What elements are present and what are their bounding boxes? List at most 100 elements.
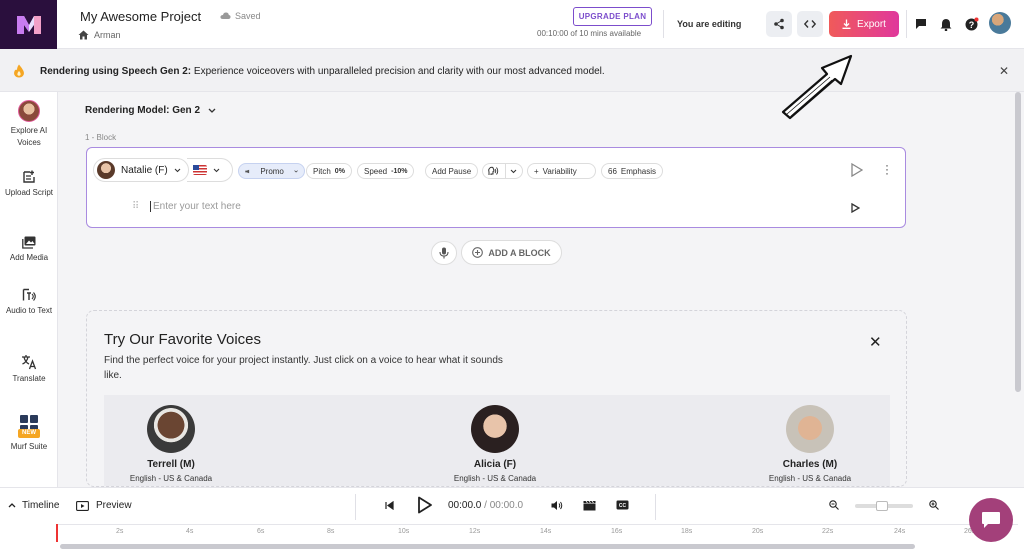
share-button[interactable]	[766, 11, 792, 37]
favorites-description: Find the perfect voice for your project …	[104, 355, 503, 381]
grid-icon: NEW	[18, 414, 40, 438]
close-favorites-button[interactable]: ✕	[869, 333, 882, 351]
style-selector[interactable]: Promo	[238, 163, 305, 179]
volume-icon[interactable]	[551, 500, 563, 511]
timeline-toggle[interactable]: Timeline	[8, 500, 59, 511]
vertical-scrollbar[interactable]	[1015, 92, 1021, 392]
divider	[906, 10, 907, 38]
ruler-tick: 20s	[752, 528, 764, 535]
sidebar-item-upload-script[interactable]: Upload Script	[0, 170, 58, 199]
ruler-tick: 12s	[469, 528, 481, 535]
translate-icon	[22, 355, 37, 370]
speech-icon	[488, 166, 499, 175]
fire-icon	[14, 64, 24, 78]
script-text-input[interactable]: Enter your text here	[150, 201, 241, 212]
voice-avatar	[786, 405, 834, 453]
add-pause-button[interactable]: Add Pause	[425, 163, 479, 179]
play-button[interactable]	[417, 496, 433, 514]
add-block-button[interactable]: ADD A BLOCK	[461, 240, 562, 265]
pitch-control[interactable]: Pitch 0%	[306, 163, 352, 179]
captions-icon[interactable]: CC	[616, 500, 629, 510]
play-line-button[interactable]	[851, 203, 860, 213]
favorite-voices-panel: Try Our Favorite Voices Find the perfect…	[86, 310, 907, 487]
sidebar-item-translate[interactable]: Translate	[0, 354, 58, 385]
chevron-down-icon	[208, 108, 216, 113]
svg-text:CC: CC	[619, 503, 627, 509]
svg-text:?: ?	[969, 20, 975, 30]
top-bar: My Awesome Project Saved Arman UPGRADE P…	[0, 0, 1024, 49]
clapperboard-icon[interactable]	[583, 500, 596, 511]
project-title[interactable]: My Awesome Project	[80, 9, 201, 24]
voice-card-charles[interactable]: Charles (M) English - US & Canada	[750, 405, 870, 483]
banner-close-button[interactable]: ✕	[999, 64, 1009, 78]
new-badge: NEW	[18, 429, 40, 438]
annotation-arrow-icon	[781, 54, 853, 120]
grid-cell	[30, 415, 38, 423]
voices-grid: Terrell (M) English - US & Canada Alicia…	[104, 395, 890, 486]
timeline-bar: Timeline Preview 00:00.0 / 00:00.0 CC 2s…	[0, 487, 1024, 550]
skip-back-button[interactable]	[385, 501, 394, 510]
notifications-button[interactable]	[938, 16, 954, 32]
speed-control[interactable]: Speed -10%	[357, 163, 415, 179]
sidebar-item-explore-voices[interactable]: Explore AI Voices	[0, 100, 58, 149]
horizontal-scrollbar[interactable]	[60, 544, 915, 549]
cloud-icon	[220, 12, 231, 19]
language-selector[interactable]	[187, 158, 233, 182]
help-icon: ?	[965, 17, 979, 31]
announcement-banner: Rendering using Speech Gen 2: Experience…	[0, 49, 1024, 92]
share-icon	[774, 18, 784, 30]
user-avatar[interactable]	[989, 12, 1011, 34]
playhead[interactable]	[56, 524, 58, 542]
logo-icon	[16, 15, 41, 34]
chat-bubble-icon	[916, 19, 926, 29]
zoom-in-icon[interactable]	[929, 500, 939, 510]
chevron-down-icon	[510, 169, 517, 173]
more-options-icon[interactable]: · · ·	[885, 159, 889, 179]
bell-icon	[940, 18, 952, 31]
chevron-up-icon	[8, 503, 16, 508]
block-label: 1 - Block	[85, 133, 117, 142]
zoom-out-icon[interactable]	[829, 500, 839, 510]
embed-button[interactable]	[797, 11, 823, 37]
drag-handle-icon[interactable]: ⠿	[132, 201, 139, 212]
pronunciation-button[interactable]	[482, 163, 523, 179]
sidebar: Explore AI Voices Upload Script Add Medi…	[0, 92, 58, 487]
voice-selector[interactable]: Natalie (F)	[93, 158, 189, 182]
feedback-button[interactable]	[913, 16, 929, 32]
saved-status: Saved	[220, 11, 261, 21]
help-button[interactable]: ?	[964, 16, 980, 32]
export-button[interactable]: Export	[829, 11, 899, 37]
play-block-button[interactable]	[851, 163, 863, 177]
support-chat-button[interactable]	[969, 498, 1013, 542]
emphasis-button[interactable]: 66 Emphasis	[601, 163, 664, 179]
voice-avatar	[471, 405, 519, 453]
plus-icon: +	[534, 166, 539, 176]
voice-card-alicia[interactable]: Alicia (F) English - US & Canada	[435, 405, 555, 483]
ruler-tick: 14s	[540, 528, 552, 535]
text-block[interactable]: Natalie (F) Promo Pitch 0% Speed -10% Add …	[86, 147, 906, 228]
sidebar-item-murf-suite[interactable]: NEW Murf Suite	[0, 414, 58, 453]
rendering-model-select[interactable]: Rendering Model: Gen 2	[85, 105, 216, 116]
timeline-ruler[interactable]: 2s 4s 6s 8s 10s 12s 14s 16s 18s 20s 22s …	[58, 524, 1018, 542]
voice-card-terrell[interactable]: Terrell (M) English - US & Canada	[111, 405, 231, 483]
preview-icon	[76, 500, 89, 511]
zoom-slider-thumb[interactable]	[876, 501, 888, 511]
quote-icon: 66	[608, 166, 617, 176]
voice-avatar	[147, 405, 195, 453]
chevron-down-icon	[294, 169, 298, 173]
voice-input-button[interactable]	[431, 241, 457, 265]
variability-button[interactable]: + Variability	[527, 163, 596, 179]
chevron-down-icon	[213, 168, 220, 172]
sidebar-item-audio-to-text[interactable]: Audio to Text	[0, 288, 58, 317]
upgrade-plan-button[interactable]: UPGRADE PLAN	[573, 7, 652, 26]
breadcrumb[interactable]: Arman	[78, 30, 121, 40]
banner-text: Rendering using Speech Gen 2: Experience…	[40, 66, 605, 77]
murf-logo[interactable]	[0, 0, 57, 49]
preview-button[interactable]: Preview	[76, 500, 132, 511]
ruler-tick: 10s	[398, 528, 410, 535]
voices-avatar-icon	[18, 100, 40, 122]
sidebar-item-add-media[interactable]: Add Media	[0, 236, 58, 264]
megaphone-icon	[245, 169, 250, 173]
ruler-tick: 2s	[116, 528, 124, 535]
audio-text-icon	[22, 288, 36, 301]
